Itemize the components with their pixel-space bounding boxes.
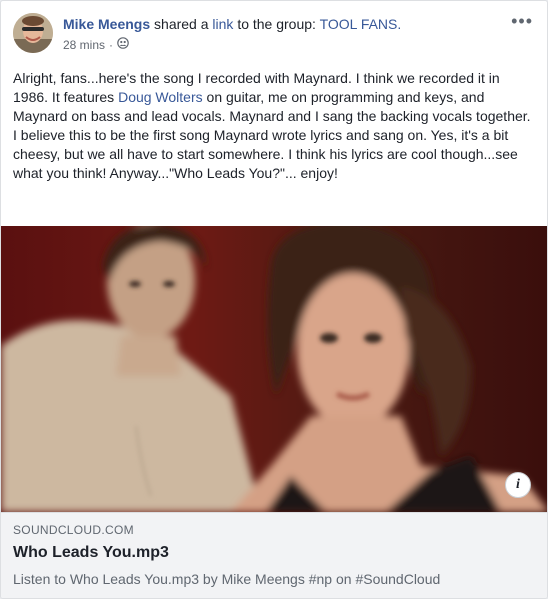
post-text: Alright, fans...here's the song I record… [13,69,533,183]
group-name-link[interactable]: TOOL FANS. [320,16,402,32]
link-description: Listen to Who Leads You.mp3 by Mike Meen… [13,571,441,587]
meta-separator: · [109,38,114,52]
action-prefix: shared a [154,16,209,32]
post-meta: 28 mins · [63,37,129,53]
link-title[interactable]: Who Leads You.mp3 [13,544,169,562]
link-preview-details[interactable]: SOUNDCLOUD.COM Who Leads You.mp3 Listen … [1,512,547,598]
more-options-button[interactable]: ••• [511,11,533,32]
group-icon[interactable] [117,37,129,53]
post-timestamp[interactable]: 28 mins [63,37,105,53]
shared-link[interactable]: link [212,16,233,32]
author-name-link[interactable]: Mike Meengs [63,16,150,32]
post-headline: Mike Meengs shared a link to the group: … [63,15,401,33]
avatar-image [13,13,53,53]
action-suffix: to the group: [237,16,316,32]
link-domain: SOUNDCLOUD.COM [13,523,134,537]
post-header: Mike Meengs shared a link to the group: … [13,11,535,57]
author-avatar[interactable] [13,13,53,53]
info-button[interactable]: i [505,472,531,498]
link-preview-image[interactable]: i [1,226,547,512]
mention-link[interactable]: Doug Wolters [118,89,203,105]
photo-image [1,226,547,512]
feed-post-card: Mike Meengs shared a link to the group: … [0,0,548,599]
